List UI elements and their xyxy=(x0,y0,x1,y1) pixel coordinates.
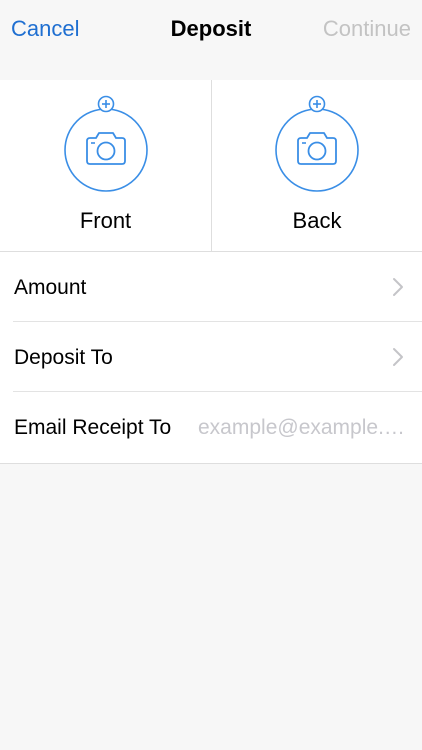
email-receipt-input[interactable] xyxy=(198,412,408,444)
deposit-form: Amount Deposit To Email Receipt To xyxy=(0,252,422,464)
deposit-to-row[interactable]: Deposit To xyxy=(0,322,422,392)
email-receipt-label: Email Receipt To xyxy=(14,416,172,439)
chevron-right-icon xyxy=(393,278,403,296)
capture-front-button[interactable]: Front xyxy=(0,80,211,251)
amount-label: Amount xyxy=(14,276,87,299)
navigation-bar: Cancel Deposit Continue xyxy=(0,0,422,60)
check-capture-section: Front Back xyxy=(0,80,422,252)
capture-back-button[interactable]: Back xyxy=(212,80,422,251)
chevron-right-icon xyxy=(393,348,403,366)
front-label: Front xyxy=(79,208,132,233)
amount-row[interactable]: Amount xyxy=(0,252,422,322)
back-label: Back xyxy=(292,208,342,233)
continue-button[interactable]: Continue xyxy=(323,16,411,42)
back-camera-icon xyxy=(275,95,359,192)
email-receipt-row: Email Receipt To xyxy=(0,392,422,462)
front-camera-icon xyxy=(63,95,148,192)
deposit-to-label: Deposit To xyxy=(14,346,113,369)
